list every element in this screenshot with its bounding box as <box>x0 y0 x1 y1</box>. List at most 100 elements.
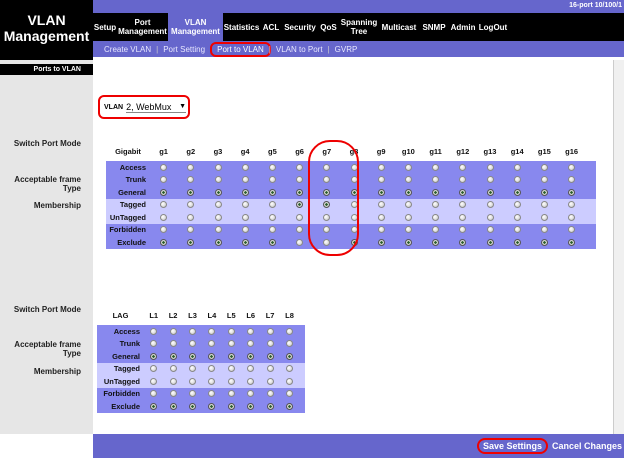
radio-g13-untagged[interactable] <box>486 213 494 221</box>
radio-L2-general[interactable] <box>169 352 177 360</box>
radio-g9-trunk[interactable] <box>377 176 385 184</box>
radio-g14-forbidden[interactable] <box>513 226 521 234</box>
radio-L1-untagged[interactable] <box>150 377 158 385</box>
radio-L7-exclude[interactable] <box>266 402 274 410</box>
nav-item-setup[interactable]: Setup <box>93 13 117 41</box>
radio-g3-general[interactable] <box>214 188 222 196</box>
radio-g9-tagged[interactable] <box>377 201 385 209</box>
radio-g3-trunk[interactable] <box>214 176 222 184</box>
radio-L3-access[interactable] <box>189 327 196 335</box>
radio-L2-access[interactable] <box>169 327 177 335</box>
radio-g1-access[interactable] <box>160 163 168 171</box>
radio-L7-tagged[interactable] <box>266 365 274 373</box>
radio-L8-exclude[interactable] <box>286 402 293 410</box>
radio-g9-access[interactable] <box>377 163 385 171</box>
radio-g9-exclude[interactable] <box>377 238 385 246</box>
radio-g4-tagged[interactable] <box>241 201 249 209</box>
radio-L7-forbidden[interactable] <box>266 390 274 398</box>
radio-g16-untagged[interactable] <box>568 213 576 221</box>
radio-g11-general[interactable] <box>432 188 440 196</box>
radio-g9-forbidden[interactable] <box>377 226 385 234</box>
radio-g14-trunk[interactable] <box>513 176 521 184</box>
subnav-vlan-to-port[interactable]: VLAN to Port <box>271 45 328 54</box>
nav-item-qos[interactable]: QoS <box>318 13 339 41</box>
radio-L5-untagged[interactable] <box>227 377 235 385</box>
radio-L8-access[interactable] <box>286 327 293 335</box>
radio-L5-forbidden[interactable] <box>227 390 235 398</box>
nav-item-statistics[interactable]: Statistics <box>223 13 260 41</box>
nav-item-vlan-management[interactable]: VLAN Management <box>168 13 223 41</box>
radio-g6-access[interactable] <box>296 163 304 171</box>
save-settings-button[interactable]: Save Settings <box>476 438 548 454</box>
radio-g5-general[interactable] <box>268 188 276 196</box>
subnav-gvrp[interactable]: GVRP <box>330 45 363 54</box>
cancel-changes-button[interactable]: Cancel Changes <box>552 441 622 451</box>
radio-L7-untagged[interactable] <box>266 377 274 385</box>
radio-L5-trunk[interactable] <box>227 340 235 348</box>
radio-g5-untagged[interactable] <box>268 213 276 221</box>
radio-L3-untagged[interactable] <box>189 377 196 385</box>
radio-g15-untagged[interactable] <box>540 213 548 221</box>
radio-g11-access[interactable] <box>432 163 440 171</box>
radio-L3-general[interactable] <box>189 352 196 360</box>
radio-L5-exclude[interactable] <box>227 402 235 410</box>
radio-g13-general[interactable] <box>486 188 494 196</box>
radio-g10-exclude[interactable] <box>404 238 412 246</box>
radio-L6-access[interactable] <box>247 327 255 335</box>
radio-g14-access[interactable] <box>513 163 521 171</box>
radio-g4-exclude[interactable] <box>241 238 249 246</box>
nav-item-acl[interactable]: ACL <box>260 13 282 41</box>
radio-g10-untagged[interactable] <box>404 213 412 221</box>
radio-g13-forbidden[interactable] <box>486 226 494 234</box>
radio-L2-untagged[interactable] <box>169 377 177 385</box>
radio-g9-general[interactable] <box>377 188 385 196</box>
nav-item-snmp[interactable]: SNMP <box>419 13 449 41</box>
radio-L5-tagged[interactable] <box>227 365 235 373</box>
radio-L5-access[interactable] <box>227 327 235 335</box>
radio-L7-access[interactable] <box>266 327 274 335</box>
radio-L5-general[interactable] <box>227 352 235 360</box>
radio-g15-exclude[interactable] <box>540 238 548 246</box>
vlan-select[interactable]: VLAN 2, WebMux ▼ <box>98 95 190 119</box>
radio-g5-exclude[interactable] <box>268 238 276 246</box>
nav-item-admin[interactable]: Admin <box>449 13 477 41</box>
radio-L7-general[interactable] <box>266 352 274 360</box>
radio-g3-tagged[interactable] <box>214 201 222 209</box>
radio-g14-tagged[interactable] <box>513 201 521 209</box>
nav-item-multicast[interactable]: Multicast <box>379 13 419 41</box>
radio-L3-exclude[interactable] <box>189 402 196 410</box>
radio-g15-general[interactable] <box>540 188 548 196</box>
radio-g4-access[interactable] <box>241 163 249 171</box>
radio-g11-exclude[interactable] <box>432 238 440 246</box>
radio-g13-tagged[interactable] <box>486 201 494 209</box>
radio-g13-exclude[interactable] <box>486 238 494 246</box>
radio-g13-trunk[interactable] <box>486 176 494 184</box>
radio-g4-trunk[interactable] <box>241 176 249 184</box>
radio-g1-exclude[interactable] <box>160 238 168 246</box>
subnav-port-to-vlan[interactable]: Port to VLAN <box>210 41 271 57</box>
radio-g3-forbidden[interactable] <box>214 226 222 234</box>
radio-L1-exclude[interactable] <box>150 402 158 410</box>
radio-g16-access[interactable] <box>568 163 576 171</box>
subnav-port-setting[interactable]: Port Setting <box>158 45 210 54</box>
radio-L2-exclude[interactable] <box>169 402 177 410</box>
scrollbar[interactable] <box>613 60 624 434</box>
radio-g10-general[interactable] <box>404 188 412 196</box>
radio-g1-general[interactable] <box>160 188 168 196</box>
radio-L6-exclude[interactable] <box>247 402 255 410</box>
radio-g4-forbidden[interactable] <box>241 226 249 234</box>
radio-L2-tagged[interactable] <box>169 365 177 373</box>
nav-item-port-management[interactable]: Port Management <box>117 13 168 41</box>
nav-item-spanning-tree[interactable]: Spanning Tree <box>339 13 379 41</box>
radio-g9-untagged[interactable] <box>377 213 385 221</box>
radio-g10-access[interactable] <box>404 163 412 171</box>
radio-g5-access[interactable] <box>268 163 276 171</box>
radio-g15-access[interactable] <box>540 163 548 171</box>
radio-g1-untagged[interactable] <box>160 213 168 221</box>
radio-g13-access[interactable] <box>486 163 494 171</box>
subnav-create-vlan[interactable]: Create VLAN <box>99 45 156 54</box>
radio-L2-forbidden[interactable] <box>169 390 177 398</box>
radio-L8-untagged[interactable] <box>286 377 293 385</box>
radio-g11-untagged[interactable] <box>432 213 440 221</box>
radio-g3-untagged[interactable] <box>214 213 222 221</box>
